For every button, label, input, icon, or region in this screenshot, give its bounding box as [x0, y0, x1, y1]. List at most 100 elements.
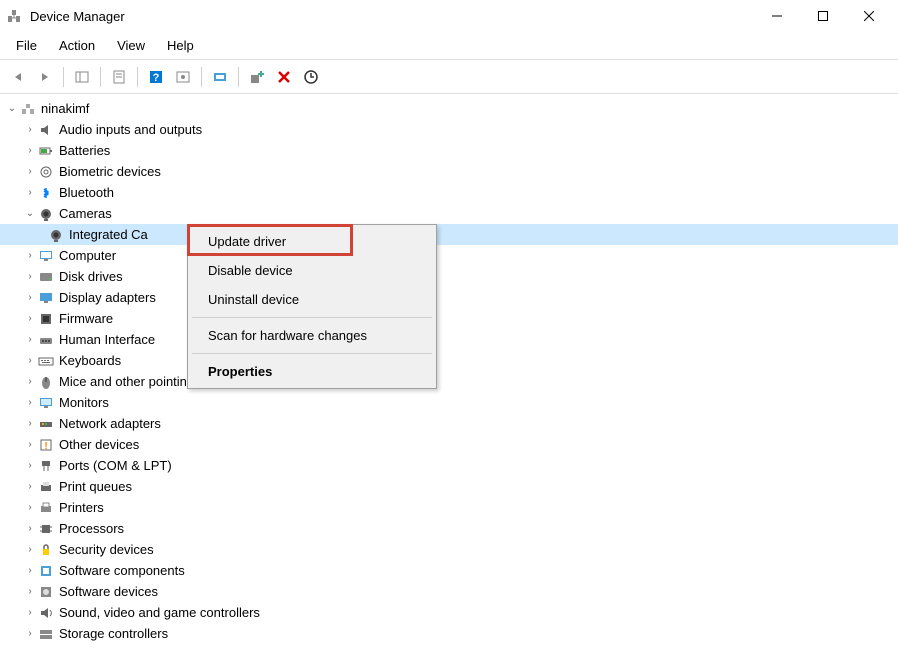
tree-category[interactable]: ›Print queues	[0, 476, 898, 497]
expand-arrow-icon[interactable]: ›	[22, 122, 38, 138]
tree-category[interactable]: ›Ports (COM & LPT)	[0, 455, 898, 476]
tree-category[interactable]: › Security devices	[0, 539, 898, 560]
tree-category[interactable]: › Storage controllers	[0, 623, 898, 644]
tree-category[interactable]: ⌄Cameras	[0, 203, 898, 224]
tree-category[interactable]: ›Bluetooth	[0, 182, 898, 203]
toolbar-separator	[63, 67, 64, 87]
expand-arrow-icon[interactable]: ›	[22, 416, 38, 432]
tree-category-label: Firmware	[59, 311, 113, 326]
add-hardware-button[interactable]	[245, 65, 269, 89]
other-icon: !	[38, 437, 54, 453]
tree-category[interactable]: › Human Interface	[0, 329, 898, 350]
properties-button[interactable]	[107, 65, 131, 89]
minimize-button[interactable]	[754, 0, 800, 32]
tree-category[interactable]: › Display adapters	[0, 287, 898, 308]
expand-arrow-icon[interactable]: ›	[22, 458, 38, 474]
audio-icon	[38, 122, 54, 138]
expand-arrow-icon[interactable]: ›	[22, 290, 38, 306]
expand-arrow-icon[interactable]: ›	[22, 626, 38, 642]
tree-category[interactable]: › Computer	[0, 245, 898, 266]
tree-category[interactable]: ›Audio inputs and outputs	[0, 119, 898, 140]
expand-arrow-icon[interactable]: ›	[22, 164, 38, 180]
tree-category[interactable]: › Keyboards	[0, 350, 898, 371]
expand-arrow-icon[interactable]: ›	[22, 269, 38, 285]
back-button[interactable]	[6, 65, 30, 89]
menu-file[interactable]: File	[6, 34, 47, 57]
tree-category-label: Storage controllers	[59, 626, 168, 641]
close-button[interactable]	[846, 0, 892, 32]
tree-category[interactable]: ›Disk drives	[0, 266, 898, 287]
ctx-scan-hardware[interactable]: Scan for hardware changes	[190, 321, 434, 350]
tree-category-label: Display adapters	[59, 290, 156, 305]
tree-device-label: Integrated Ca	[69, 227, 148, 242]
content-area: ⌄ ninakimf ›Audio inputs and outputs›Bat…	[0, 94, 898, 657]
tree-device[interactable]: Integrated Ca	[0, 224, 898, 245]
expand-arrow-icon[interactable]: ⌄	[4, 101, 20, 117]
expand-arrow-icon[interactable]: ›	[22, 248, 38, 264]
expand-arrow-icon[interactable]: ›	[22, 479, 38, 495]
tree-category-label: Software components	[59, 563, 185, 578]
expand-arrow-icon[interactable]: ›	[22, 584, 38, 600]
tree-category-label: Computer	[59, 248, 116, 263]
cpu-icon	[38, 521, 54, 537]
device-manager-icon	[6, 8, 22, 24]
expand-arrow-icon[interactable]: ⌄	[22, 206, 38, 222]
expand-arrow-icon[interactable]: ›	[22, 500, 38, 516]
ctx-disable-device[interactable]: Disable device	[190, 256, 434, 285]
action-button[interactable]	[171, 65, 195, 89]
toolbar-separator	[201, 67, 202, 87]
printq-icon	[38, 479, 54, 495]
expand-arrow-icon[interactable]: ›	[22, 542, 38, 558]
security-icon	[38, 542, 54, 558]
device-tree[interactable]: ⌄ ninakimf ›Audio inputs and outputs›Bat…	[0, 94, 898, 657]
disk-icon	[38, 269, 54, 285]
tree-category[interactable]: ›Printers	[0, 497, 898, 518]
camera-icon	[48, 227, 64, 243]
tree-category-label: Security devices	[59, 542, 154, 557]
tree-category-label: Human Interface	[59, 332, 155, 347]
tree-category[interactable]: ›Processors	[0, 518, 898, 539]
menu-action[interactable]: Action	[49, 34, 105, 57]
expand-arrow-icon[interactable]: ›	[22, 311, 38, 327]
expand-arrow-icon[interactable]: ›	[22, 437, 38, 453]
update-button[interactable]	[299, 65, 323, 89]
tree-category[interactable]: ›Network adapters	[0, 413, 898, 434]
tree-category[interactable]: › Firmware	[0, 308, 898, 329]
tree-root[interactable]: ⌄ ninakimf	[0, 98, 898, 119]
tree-category[interactable]: › Batteries	[0, 140, 898, 161]
tree-category[interactable]: ›Mice and other pointing devices	[0, 371, 898, 392]
tree-category[interactable]: › Software components	[0, 560, 898, 581]
expand-arrow-icon[interactable]: ›	[22, 353, 38, 369]
tree-category-label: Batteries	[59, 143, 110, 158]
tree-category-label: Keyboards	[59, 353, 121, 368]
maximize-button[interactable]	[800, 0, 846, 32]
ctx-update-driver[interactable]: Update driver	[190, 227, 434, 256]
firmware-icon	[38, 311, 54, 327]
expand-arrow-icon[interactable]: ›	[22, 185, 38, 201]
expand-arrow-icon[interactable]: ›	[22, 374, 38, 390]
tree-category[interactable]: ›Biometric devices	[0, 161, 898, 182]
tree-category[interactable]: ›Sound, video and game controllers	[0, 602, 898, 623]
expand-arrow-icon[interactable]: ›	[22, 395, 38, 411]
help-button[interactable]: ?	[144, 65, 168, 89]
show-hide-button[interactable]	[70, 65, 94, 89]
expand-arrow-icon[interactable]: ›	[22, 605, 38, 621]
ctx-uninstall-device[interactable]: Uninstall device	[190, 285, 434, 314]
tree-category[interactable]: › Monitors	[0, 392, 898, 413]
battery-icon	[38, 143, 54, 159]
tree-category[interactable]: ›Software devices	[0, 581, 898, 602]
expand-arrow-icon[interactable]: ›	[22, 521, 38, 537]
expand-arrow-icon[interactable]: ›	[22, 563, 38, 579]
scan-hardware-button[interactable]	[208, 65, 232, 89]
biometric-icon	[38, 164, 54, 180]
uninstall-button[interactable]	[272, 65, 296, 89]
forward-button[interactable]	[33, 65, 57, 89]
context-menu: Update driver Disable device Uninstall d…	[187, 224, 437, 389]
tree-category-label: Monitors	[59, 395, 109, 410]
ctx-properties[interactable]: Properties	[190, 357, 434, 386]
menu-view[interactable]: View	[107, 34, 155, 57]
menu-help[interactable]: Help	[157, 34, 204, 57]
expand-arrow-icon[interactable]: ›	[22, 143, 38, 159]
tree-category[interactable]: ›!Other devices	[0, 434, 898, 455]
expand-arrow-icon[interactable]: ›	[22, 332, 38, 348]
